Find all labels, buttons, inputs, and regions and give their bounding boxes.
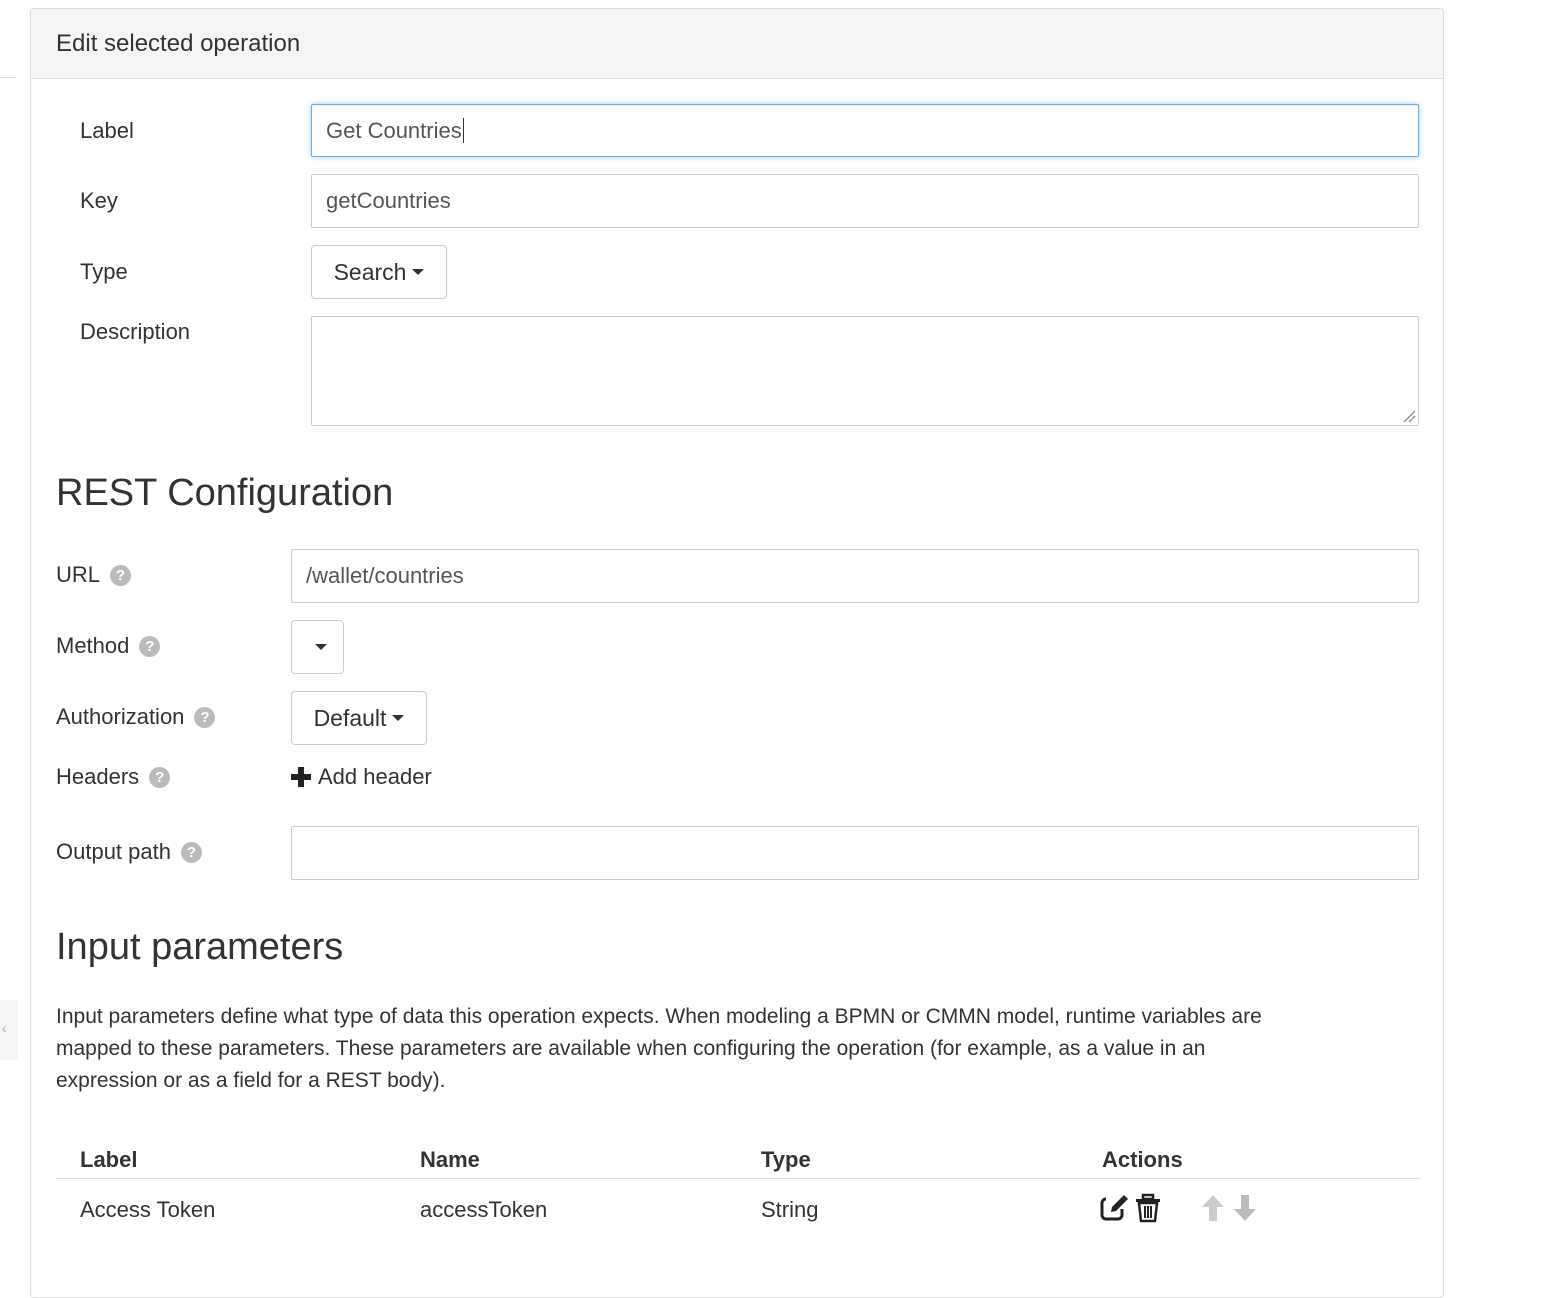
output-path-label-text: Output path	[56, 839, 171, 864]
caret-down-icon	[314, 644, 327, 650]
label-input[interactable]: Get Countries	[311, 104, 1419, 157]
text-cursor	[462, 118, 464, 143]
table-header: Label Name Type Actions	[56, 1139, 1420, 1179]
arrow-up-icon	[1202, 1195, 1224, 1221]
authorization-label-text: Authorization	[56, 704, 185, 729]
url-input[interactable]: /wallet/countries	[291, 549, 1419, 603]
column-header-label: Label	[80, 1147, 138, 1172]
add-header-label: Add header	[318, 764, 432, 789]
question-circle-icon[interactable]: ?	[110, 564, 132, 586]
label-field-label: Label	[80, 118, 134, 143]
key-field-label: Key	[80, 188, 118, 213]
authorization-dropdown[interactable]: Default	[291, 691, 427, 745]
caret-down-icon	[392, 715, 405, 721]
edit-operation-panel: Edit selected operation Label Get Countr…	[30, 8, 1444, 1298]
question-circle-icon[interactable]: ?	[139, 635, 161, 657]
input-parameters-description: Input parameters define what type of dat…	[56, 1005, 1262, 1092]
arrow-down-icon[interactable]	[1231, 1193, 1259, 1223]
question-circle-icon[interactable]: ?	[180, 841, 202, 863]
question-circle-icon[interactable]: ?	[149, 766, 171, 788]
description-field-label: Description	[80, 319, 191, 344]
key-input-value: getCountries	[326, 188, 451, 213]
left-divider	[0, 77, 16, 78]
url-input-value: /wallet/countries	[306, 563, 464, 588]
column-header-actions: Actions	[1102, 1147, 1183, 1172]
output-path-field-label: Output path ?	[56, 837, 202, 867]
question-circle-icon[interactable]: ?	[194, 706, 216, 728]
authorization-dropdown-value: Default	[313, 704, 387, 731]
description-textarea[interactable]	[311, 316, 1419, 426]
method-field-label: Method ?	[56, 631, 161, 661]
column-header-type: Type	[761, 1147, 811, 1172]
type-field-label: Type	[80, 259, 128, 284]
add-header-link[interactable]: Add header	[291, 762, 432, 792]
edit-icon[interactable]	[1100, 1193, 1128, 1223]
input-parameters-table: Label Name Type Actions Access Token acc…	[56, 1139, 1420, 1241]
type-dropdown-value: Search	[333, 258, 407, 285]
left-collapse-tab[interactable]: ‹	[0, 1000, 18, 1060]
input-parameters-title: Input parameters	[56, 926, 344, 968]
key-input[interactable]: getCountries	[311, 174, 1419, 228]
authorization-field-label: Authorization ?	[56, 702, 216, 732]
caret-down-icon	[412, 269, 425, 275]
url-label-text: URL	[56, 562, 101, 587]
url-field-label: URL ?	[56, 560, 132, 590]
trash-icon[interactable]	[1134, 1193, 1162, 1223]
row-type-cell: String	[761, 1197, 819, 1222]
method-dropdown[interactable]	[291, 620, 344, 674]
row-label-cell: Access Token	[80, 1197, 216, 1222]
rest-config-title: REST Configuration	[56, 472, 394, 514]
chevron-left-icon: ‹	[2, 1020, 7, 1036]
row-name-cell: accessToken	[420, 1197, 548, 1222]
panel-title: Edit selected operation	[31, 9, 1443, 79]
column-header-name: Name	[420, 1147, 480, 1172]
type-dropdown[interactable]: Search	[311, 245, 447, 299]
method-label-text: Method	[56, 633, 130, 658]
label-input-value: Get Countries	[326, 117, 462, 143]
output-path-input[interactable]	[291, 826, 1419, 880]
headers-label-text: Headers	[56, 764, 140, 789]
headers-field-label: Headers ?	[56, 762, 171, 792]
plus-icon	[291, 767, 311, 787]
table-row: Access Token accessToken String	[56, 1179, 1420, 1241]
resize-grip-icon[interactable]	[1402, 409, 1416, 423]
